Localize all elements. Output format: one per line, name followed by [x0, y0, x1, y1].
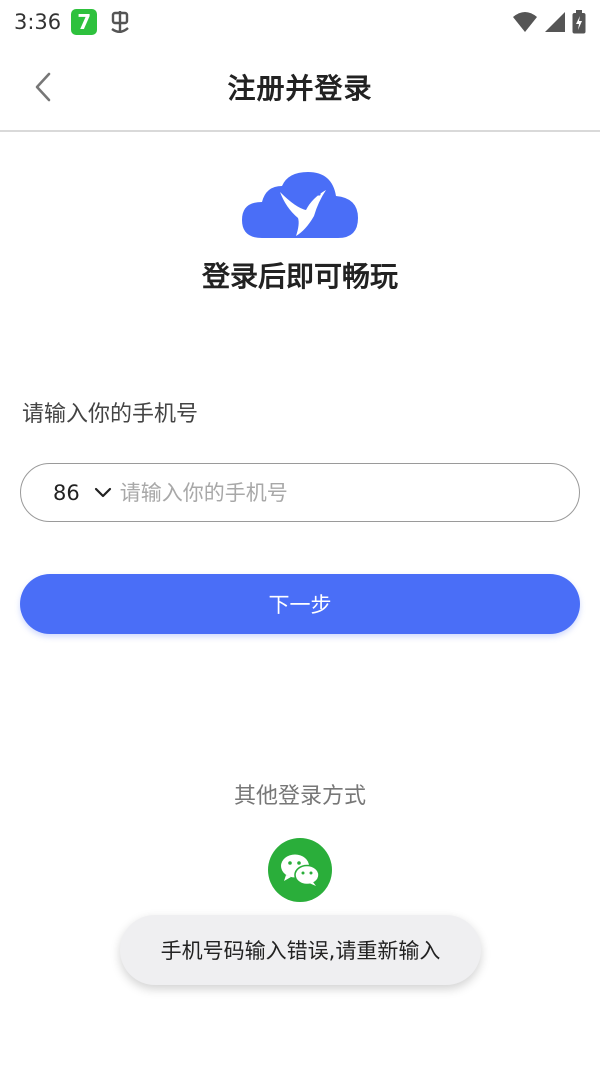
wechat-login-button[interactable] [268, 838, 332, 902]
status-bar: 3:36 7 [0, 0, 600, 44]
other-login-title: 其他登录方式 [233, 784, 366, 809]
signal-icon [545, 12, 565, 32]
bug-icon [111, 11, 129, 33]
phone-input[interactable] [117, 467, 579, 518]
back-button[interactable] [26, 70, 60, 104]
country-code-select[interactable]: 86 [53, 481, 112, 505]
chevron-left-icon [35, 72, 51, 102]
wifi-icon [513, 12, 537, 32]
error-toast: 手机号码输入错误,请重新输入 [120, 915, 481, 985]
wechat-icon [281, 854, 320, 886]
next-button[interactable]: 下一步 [20, 574, 580, 634]
battery-charging-icon [572, 10, 586, 34]
slogan: 登录后即可畅玩 [201, 260, 398, 293]
cloud-bird-logo-icon [242, 172, 358, 238]
country-code: 86 [53, 480, 80, 505]
phone-label: 请输入你的手机号 [22, 402, 199, 427]
page-title: 注册并登录 [227, 72, 373, 105]
header: 注册并登录 [0, 44, 600, 132]
phone-input-row: 86 [20, 463, 580, 522]
status-time: 3:36 [14, 10, 62, 34]
app-seven-icon: 7 [71, 9, 98, 35]
status-right-icons [512, 10, 586, 34]
chevron-down-icon [94, 487, 111, 497]
